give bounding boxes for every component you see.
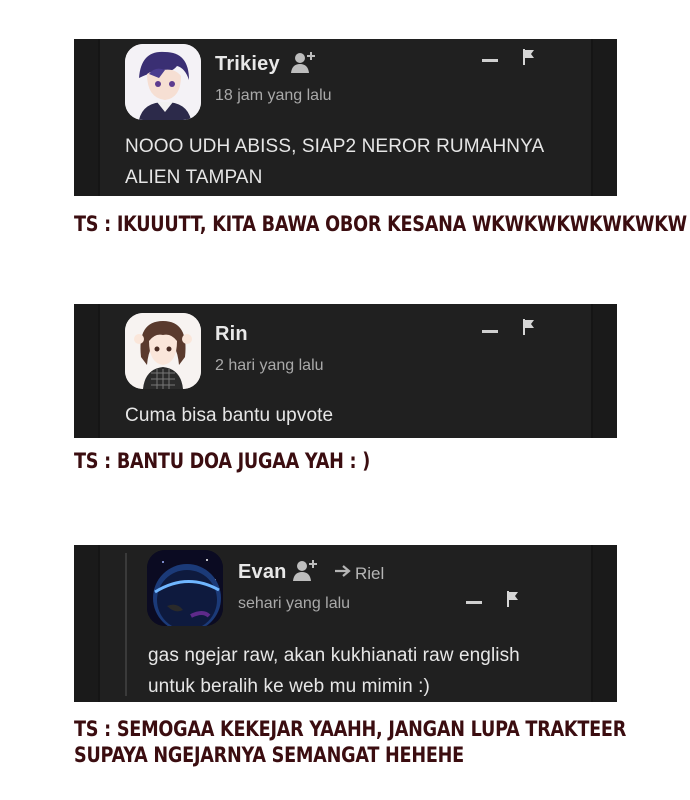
ts-reply: TS : IKUUUTT, KITA BAWA OBOR KESANA WKWK… — [74, 211, 687, 237]
minimize-icon[interactable] — [482, 330, 498, 333]
card-right-edge — [591, 545, 617, 702]
flag-icon[interactable] — [522, 319, 536, 335]
flag-icon[interactable] — [506, 591, 520, 607]
ts-reply-line: SUPAYA NGEJARNYA SEMANGAT HEHEHE — [74, 743, 464, 767]
card-left-edge — [74, 304, 100, 438]
avatar-image — [125, 44, 201, 120]
comment-card-trikiey: Trikiey 18 jam yang lalu NOOO UDH ABISS,… — [74, 39, 617, 196]
avatar-image — [147, 550, 223, 626]
timestamp: sehari yang lalu — [238, 595, 351, 612]
comment-line: Cuma bisa bantu upvote — [125, 405, 334, 426]
minimize-icon[interactable] — [482, 59, 498, 62]
add-friend-icon[interactable] — [293, 558, 319, 582]
comment-line: untuk beralih ke web mu mimin :) — [148, 676, 430, 697]
avatar[interactable] — [125, 44, 201, 120]
add-friend-icon[interactable] — [291, 50, 317, 74]
card-right-edge — [591, 304, 617, 438]
comment-card-evan: Evan Riel sehari yang lalu gas ngejar ra… — [74, 545, 617, 702]
ts-reply: TS : SEMOGAA KEKEJAR YAAHH, JANGAN LUPA … — [74, 716, 626, 768]
comment-line: ALIEN TAMPAN — [125, 167, 263, 188]
comment-text: gas ngejar raw, akan kukhianati raw engl… — [148, 640, 520, 702]
ts-reply-line: TS : SEMOGAA KEKEJAR YAAHH, JANGAN LUPA … — [74, 717, 627, 741]
ts-reply-line: TS : BANTU DOA JUGAA YAH : ) — [74, 449, 371, 473]
card-left-edge — [74, 545, 100, 702]
comment-text: Cuma bisa bantu upvote — [125, 400, 333, 431]
reply-arrow-icon — [335, 565, 351, 577]
reply-thread-line — [125, 553, 127, 696]
timestamp: 2 hari yang lalu — [215, 357, 324, 374]
flag-icon[interactable] — [522, 49, 536, 65]
ts-reply: TS : BANTU DOA JUGAA YAH : ) — [74, 448, 370, 474]
avatar[interactable] — [125, 313, 201, 389]
username[interactable]: Evan — [238, 561, 287, 584]
timestamp: 18 jam yang lalu — [215, 87, 332, 104]
minimize-icon[interactable] — [466, 601, 482, 604]
avatar-image — [125, 313, 201, 389]
card-left-edge — [74, 39, 100, 196]
reply-to-user[interactable]: Riel — [355, 564, 384, 584]
comment-line: NOOO UDH ABISS, SIAP2 NEROR RUMAHNYA — [125, 136, 545, 157]
username[interactable]: Trikiey — [215, 53, 280, 76]
username[interactable]: Rin — [215, 323, 248, 346]
comment-card-rin: Rin 2 hari yang lalu Cuma bisa bantu upv… — [74, 304, 617, 438]
avatar[interactable] — [147, 550, 223, 626]
card-right-edge — [591, 39, 617, 196]
comment-line: gas ngejar raw, akan kukhianati raw engl… — [148, 645, 520, 666]
ts-reply-line: TS : IKUUUTT, KITA BAWA OBOR KESANA WKWK… — [74, 212, 687, 236]
comment-text: NOOO UDH ABISS, SIAP2 NEROR RUMAHNYA ALI… — [125, 131, 544, 193]
